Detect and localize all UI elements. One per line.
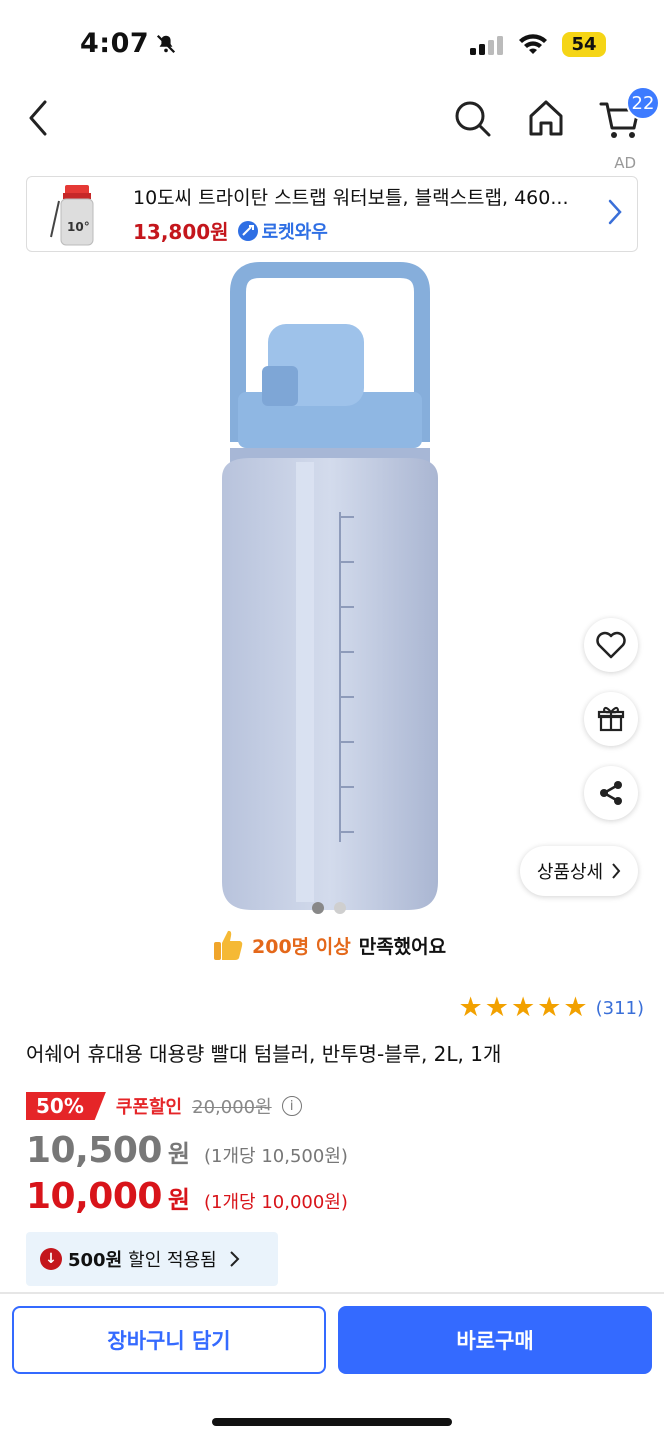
wifi-icon (519, 33, 547, 54)
home-button[interactable] (526, 96, 566, 140)
thumbs-up-icon (214, 930, 243, 960)
heart-icon (596, 631, 626, 659)
satisfaction-count: 200명 이상 (252, 935, 351, 958)
top-nav (0, 90, 664, 146)
footer-divider (0, 1292, 664, 1294)
cart-count-badge: 22 (626, 86, 660, 120)
status-right: 54 (470, 32, 606, 57)
price-row-coupon: 10,000 원 (1개당 10,000원) (26, 1176, 348, 1217)
home-indicator (212, 1418, 452, 1426)
ad-price: 13,800원 (133, 220, 229, 244)
applied-amount: 500원 (68, 1250, 123, 1271)
review-count[interactable]: (311) (596, 998, 644, 1019)
ad-chevron (607, 197, 623, 231)
discount-badge: 50% (26, 1092, 106, 1120)
gallery-pagination (312, 902, 346, 914)
star-icon: ★ (458, 992, 483, 1023)
price-row-regular: 10,500 원 (1개당 10,500원) (26, 1130, 348, 1171)
star-icon: ★ (563, 992, 588, 1023)
product-detail-button[interactable]: 상품상세 (520, 846, 638, 896)
svg-text:10°: 10° (67, 220, 90, 234)
share-button[interactable] (584, 766, 638, 820)
star-icon: ★ (484, 992, 509, 1023)
ad-product-thumbnail: 10° (43, 181, 111, 247)
wishlist-button[interactable] (584, 618, 638, 672)
info-icon[interactable]: i (281, 1096, 302, 1116)
regular-unit-price: (1개당 10,500원) (204, 1146, 348, 1167)
gift-icon (597, 706, 625, 732)
search-icon (455, 101, 491, 137)
gift-button[interactable] (584, 692, 638, 746)
back-button[interactable] (20, 96, 56, 140)
buy-now-button[interactable]: 바로구매 (338, 1306, 652, 1374)
coupon-label: 쿠폰할인 (115, 1097, 183, 1118)
star-icon: ★ (537, 992, 562, 1023)
status-bar: 4:07 54 (0, 0, 664, 90)
chevron-left-icon (29, 100, 47, 136)
coupon-price-won: 원 (167, 1186, 191, 1214)
star-icon: ★ (510, 992, 536, 1023)
satisfaction-text: 만족했어요 (358, 935, 447, 958)
add-to-cart-button[interactable]: 장바구니 담기 (12, 1306, 326, 1374)
signal-icon (470, 35, 503, 55)
ad-title: 10도씨 트라이탄 스트랩 워터보틀, 블랙스트랩, 460... (133, 187, 569, 209)
coupon-row: 50% 쿠폰할인 20,000원 i (26, 1092, 302, 1120)
product-rating[interactable]: ★ ★ ★ ★ ★ (311) (459, 994, 645, 1022)
home-icon (529, 100, 563, 136)
satisfaction-banner: 200명 이상 만족했어요 (212, 928, 446, 962)
product-title: 어쉐어 휴대용 대용량 빨대 텀블러, 반투명-블루, 2L, 1개 (26, 1042, 502, 1066)
regular-price-won: 원 (167, 1140, 191, 1168)
ad-label: AD (614, 154, 636, 172)
pagination-dot[interactable] (312, 902, 324, 914)
search-button[interactable] (452, 96, 492, 140)
applied-discount-box[interactable]: ↓ 500원 할인 적용됨 (26, 1232, 278, 1286)
chevron-right-icon (612, 863, 621, 879)
ad-banner[interactable]: 10° 10도씨 트라이탄 스트랩 워터보틀, 블랙스트랩, 460... 13… (26, 176, 638, 252)
original-price: 20,000원 (192, 1097, 272, 1118)
coupon-unit-price: (1개당 10,000원) (204, 1192, 348, 1213)
status-time: 4:07 (80, 28, 177, 59)
applied-text: 할인 적용됨 (128, 1250, 217, 1271)
bell-muted-icon (157, 34, 176, 53)
chevron-right-icon (608, 199, 622, 225)
product-image[interactable] (150, 262, 500, 922)
share-icon (600, 781, 622, 805)
pagination-dot[interactable] (334, 902, 346, 914)
rocket-badge: 로켓와우 (237, 218, 328, 244)
regular-price: 10,500 (26, 1130, 162, 1171)
arrow-down-icon: ↓ (40, 1248, 62, 1270)
rocket-icon (237, 220, 258, 241)
battery-indicator: 54 (562, 32, 606, 57)
coupon-price: 10,000 (26, 1176, 162, 1217)
chevron-right-icon (229, 1251, 240, 1267)
